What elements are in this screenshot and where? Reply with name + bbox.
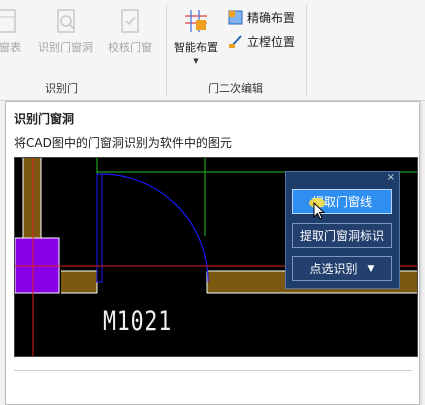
- tooltip-panel: 识别门窗洞 将CAD图中的门窗洞识别为软件中的图元 M1021 × 提取门窗线 …: [5, 101, 420, 405]
- identify-door-window-button[interactable]: 识别门窗洞: [38, 8, 93, 68]
- tooltip-title: 识别门窗洞: [14, 112, 75, 126]
- point-select-identify-button[interactable]: 点选识别 ▼: [292, 256, 392, 281]
- identify-door-window-label: 识别门窗洞: [38, 41, 93, 54]
- cad-door-label: M1021: [103, 306, 173, 337]
- verify-door-icon: [121, 9, 139, 33]
- group-label-door-secondary-edit: 门二次编辑: [208, 82, 263, 95]
- group-label-identify-door: 识别门: [45, 82, 78, 95]
- cad-wall: [61, 271, 97, 293]
- identify-door-icon: [56, 9, 75, 33]
- smart-layout-button[interactable]: 智能布置 ▼: [174, 8, 218, 68]
- mouse-pointer-icon: [313, 202, 325, 220]
- dropdown-arrow-icon[interactable]: ▼: [368, 264, 375, 274]
- door-window-table-button[interactable]: 门窗表: [0, 8, 21, 68]
- vertical-position-label: 立樘位置: [247, 35, 296, 49]
- cad-preview: M1021 × 提取门窗线 提取门窗洞标识 点选识别 ▼: [14, 157, 418, 357]
- tooltip-description: 将CAD图中的门窗洞识别为软件中的图元: [14, 136, 232, 150]
- table-icon: [0, 9, 16, 33]
- vertical-position-icon: [229, 35, 242, 48]
- extract-door-window-tag-button[interactable]: 提取门窗洞标识: [292, 223, 392, 248]
- vertical-position-button[interactable]: 立樘位置: [228, 33, 295, 50]
- ribbon: 门窗表 识别门窗洞 校核门窗 识别门 智能布置 ▼: [0, 0, 425, 101]
- close-icon[interactable]: ×: [387, 172, 395, 183]
- ribbon-divider: [166, 4, 167, 96]
- cad-wall: [23, 158, 41, 240]
- point-select-identify-label: 点选识别: [309, 262, 358, 276]
- precise-layout-label: 精确布置: [247, 11, 296, 25]
- precise-layout-button[interactable]: 精确布置: [228, 9, 295, 26]
- extract-door-window-tag-label: 提取门窗洞标识: [299, 229, 384, 243]
- extract-door-window-line-button[interactable]: 提取门窗线: [292, 189, 392, 220]
- verify-door-window-button[interactable]: 校核门窗: [108, 8, 152, 68]
- smart-layout-icon: [185, 10, 207, 32]
- ribbon-divider: [306, 4, 307, 96]
- smart-layout-dropdown-icon[interactable]: ▼: [193, 57, 198, 65]
- tooltip-divider: [14, 370, 412, 371]
- smart-layout-label: 智能布置: [174, 41, 218, 54]
- precise-layout-icon: [228, 10, 243, 25]
- verify-door-window-label: 校核门窗: [108, 41, 152, 54]
- door-window-table-label: 门窗表: [0, 41, 21, 54]
- floating-dialog: × 提取门窗线 提取门窗洞标识 点选识别 ▼: [285, 171, 400, 289]
